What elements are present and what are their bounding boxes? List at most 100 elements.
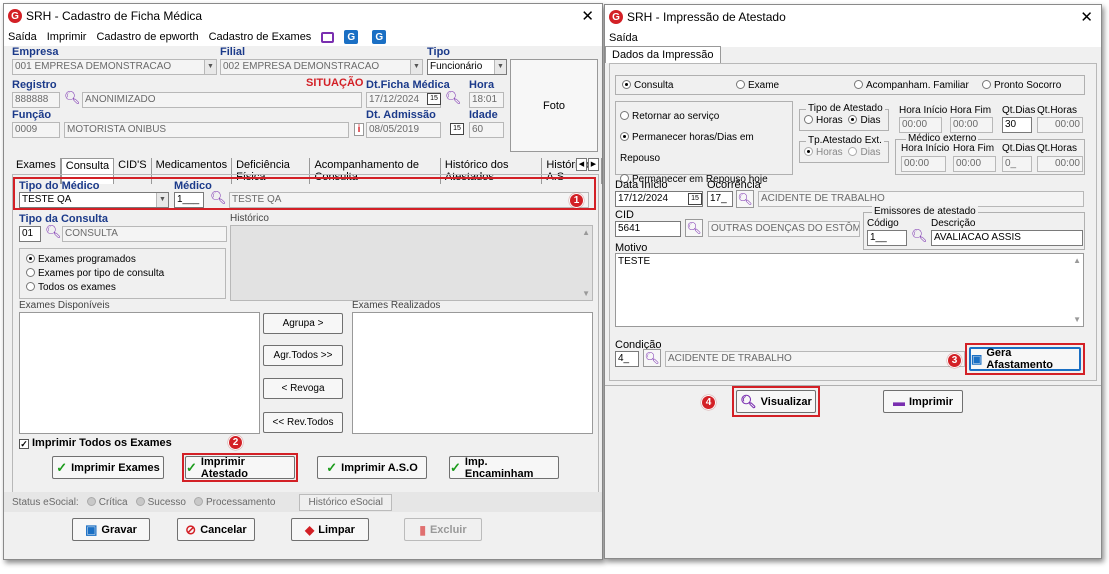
gera-afastamento-button[interactable]: ▣ Gera Afastamento — [969, 347, 1081, 371]
status-dot-icon — [86, 496, 96, 506]
radio-permanecer-horas[interactable]: Permanecer horas/Dias em Repouso — [620, 127, 788, 169]
condicao-nome: ACIDENTE DE TRABALHO — [665, 351, 965, 367]
imp-encaminham-button[interactable]: ✓ Imp. Encaminham — [449, 456, 559, 480]
step-marker-2: 2 — [228, 435, 243, 450]
radio-horas[interactable]: Horas — [804, 115, 843, 126]
gravar-button[interactable]: ▣ Gravar — [72, 518, 150, 541]
visualizar-button[interactable]: 🔍︎ Visualizar — [736, 390, 816, 413]
radio-dias[interactable]: Dias — [848, 115, 880, 126]
scroll-up-icon[interactable]: ▲ — [582, 228, 590, 237]
radio-pronto-socorro[interactable]: Pronto Socorro — [982, 79, 1061, 91]
radio-exames-por-tipo[interactable]: Exames por tipo de consulta — [26, 267, 219, 281]
motivo-textarea[interactable]: TESTE ▲ ▼ — [615, 253, 1084, 327]
emissor-codigo[interactable]: 1__ — [867, 230, 907, 246]
radio-off-icon — [26, 268, 35, 277]
menu-bar: Saída Imprimir Cadastro de epworth Cadas… — [4, 28, 602, 46]
hora-input[interactable]: 18:01 — [469, 92, 504, 108]
hora-inicio-ext-input[interactable]: 00:00 — [901, 156, 946, 172]
close-icon[interactable]: ✕ — [581, 7, 594, 25]
hora-fim-ext-input[interactable]: 00:00 — [953, 156, 996, 172]
g-blue-icon[interactable]: G — [344, 30, 359, 44]
hora-fim-input[interactable]: 00:00 — [950, 117, 993, 133]
qt-dias-ext-input[interactable]: 0_ — [1002, 156, 1032, 172]
calendar-icon[interactable]: 15 — [688, 193, 702, 205]
menu-imprimir[interactable]: Imprimir — [47, 31, 87, 43]
radio-exame[interactable]: Exame — [736, 79, 854, 91]
tab-scroll-right-icon[interactable]: ▶ — [588, 158, 599, 171]
historico-label: Histórico — [230, 213, 269, 224]
radio-consulta[interactable]: Consulta — [622, 79, 736, 91]
data-inicio-label: Data Início — [615, 179, 668, 191]
exames-disponiveis-list[interactable] — [19, 312, 260, 434]
exames-realizados-list[interactable] — [352, 312, 593, 434]
radio-todos-exames[interactable]: Todos os exames — [26, 281, 219, 295]
radio-acompanham[interactable]: Acompanham. Familiar — [854, 79, 982, 91]
check-icon: ✓ — [450, 459, 461, 475]
historico-textarea[interactable]: ▲ ▼ — [230, 225, 593, 301]
search-icon[interactable]: 🔍︎ — [643, 349, 661, 367]
condicao-codigo[interactable]: 4_ — [615, 351, 639, 367]
eraser-icon: ◆ — [305, 522, 315, 537]
tab-scroll-left-icon[interactable]: ◀ — [576, 158, 587, 171]
menu-cadastro-epworth[interactable]: Cadastro de epworth — [96, 31, 198, 43]
imprimir-atestado-button[interactable]: ✓ Imprimir Atestado — [185, 456, 295, 480]
funcao-input[interactable]: 0009 — [12, 122, 60, 138]
imprimir-aso-button[interactable]: ✓ Imprimir A.S.O — [317, 456, 427, 479]
agrupa-button[interactable]: Agrupa > — [263, 313, 343, 334]
search-icon[interactable]: 🔍︎ — [64, 90, 81, 106]
scroll-down-icon[interactable]: ▼ — [1073, 315, 1081, 324]
step-marker-4: 4 — [701, 395, 716, 410]
tipo-medico-select[interactable]: TESTE QA ▼ — [19, 192, 169, 208]
radio-retornar[interactable]: Retornar ao serviço — [620, 106, 788, 127]
historico-esocial-tab[interactable]: Histórico eSocial — [299, 493, 392, 511]
medico-codigo-input[interactable]: 1___ — [174, 192, 204, 208]
imprimir-todos-checkbox[interactable]: ✓ Imprimir Todos os Exames — [19, 437, 172, 449]
srh-logo-icon: G — [609, 10, 623, 24]
filial-select[interactable]: 002 EMPRESA DEMONSTRACAO ▼ — [220, 59, 423, 75]
registro-input[interactable]: 888888 — [12, 92, 60, 108]
tipo-consulta-codigo[interactable]: 01 — [19, 226, 41, 242]
search-icon[interactable]: 🔍︎ — [911, 228, 928, 244]
agrupa-todos-button[interactable]: Agr.Todos >> — [263, 345, 343, 366]
search-icon[interactable]: 🔍︎ — [685, 219, 703, 237]
search-icon[interactable]: 🔍︎ — [736, 190, 754, 208]
search-icon[interactable]: 🔍︎ — [45, 224, 62, 240]
scroll-down-icon[interactable]: ▼ — [582, 289, 590, 298]
close-icon[interactable]: ✕ — [1080, 8, 1093, 26]
imprimir-button[interactable]: ▬ Imprimir — [883, 390, 963, 413]
qt-dias-input[interactable]: 30 — [1002, 117, 1032, 133]
g-blue-icon-2[interactable]: G — [372, 30, 387, 44]
emissor-descricao[interactable]: AVALIACAO ASSIS — [931, 230, 1083, 246]
search-icon[interactable]: 🔍︎ — [210, 190, 227, 206]
check-icon: ✓ — [186, 459, 197, 475]
monitor-icon[interactable] — [321, 31, 335, 43]
radio-exames-programados[interactable]: Exames programados — [26, 253, 219, 267]
window-title: SRH - Cadastro de Ficha Médica — [26, 9, 203, 23]
scroll-up-icon[interactable]: ▲ — [1073, 256, 1081, 265]
calendar-icon[interactable]: 15 — [427, 93, 441, 105]
imprimir-exames-button[interactable]: ✓ Imprimir Exames — [52, 456, 164, 479]
tipo-select[interactable]: Funcionário ▼ — [427, 59, 507, 75]
qt-dias-label: Qt.Dias — [1002, 143, 1036, 154]
funcao-label: Função — [12, 109, 52, 121]
menu-saida[interactable]: Saída — [8, 31, 37, 43]
qt-horas-input[interactable]: 00:00 — [1037, 117, 1083, 133]
cid-input[interactable]: 5641 — [615, 221, 681, 237]
qt-horas-label: Qt.Horas — [1037, 143, 1078, 154]
tab-dados-impressao[interactable]: Dados da Impressão — [605, 46, 721, 63]
search-icon[interactable]: 🔍︎ — [445, 90, 462, 106]
cancelar-button[interactable]: ⊘ Cancelar — [177, 518, 255, 541]
qt-horas-ext-input[interactable]: 00:00 — [1037, 156, 1083, 172]
menu-cadastro-exames[interactable]: Cadastro de Exames — [209, 31, 312, 43]
title-bar: G SRH - Cadastro de Ficha Médica ✕ — [4, 4, 602, 28]
revoga-todos-button[interactable]: << Rev.Todos — [263, 412, 343, 433]
hora-inicio-input[interactable]: 00:00 — [899, 117, 942, 133]
info-icon[interactable]: i — [354, 123, 364, 136]
photo-box[interactable]: Foto — [510, 59, 598, 152]
revoga-button[interactable]: < Revoga — [263, 378, 343, 399]
empresa-select[interactable]: 001 EMPRESA DEMONSTRACAO ▼ — [12, 59, 217, 75]
ocorrencia-codigo[interactable]: 17_ — [707, 191, 733, 207]
menu-saida[interactable]: Saída — [609, 32, 638, 44]
empresa-label: Empresa — [12, 46, 59, 58]
limpar-button[interactable]: ◆ Limpar — [291, 518, 369, 541]
